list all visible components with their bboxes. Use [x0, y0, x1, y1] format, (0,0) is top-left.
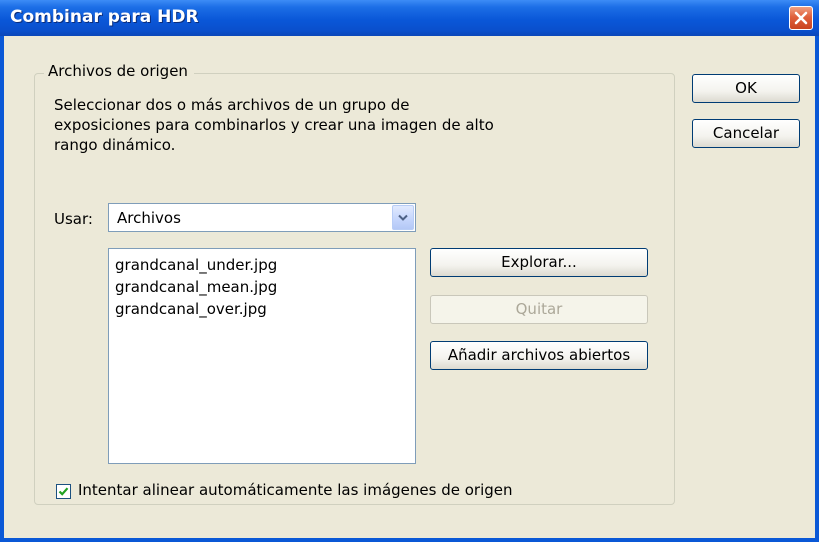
remove-button[interactable]: Quitar: [430, 295, 648, 324]
checkmark-icon: [58, 487, 69, 496]
description-text: Seleccionar dos o más archivos de un gru…: [54, 95, 574, 155]
source-files-list[interactable]: grandcanal_under.jpg grandcanal_mean.jpg…: [108, 248, 416, 464]
close-x-icon: [794, 11, 808, 25]
group-legend: Archivos de origen: [44, 62, 194, 80]
use-dropdown-value: Archivos: [117, 209, 181, 227]
dropdown-arrow-button[interactable]: [392, 205, 414, 230]
title-bar[interactable]: Combinar para HDR: [0, 0, 819, 36]
use-label: Usar:: [54, 210, 93, 228]
window-title: Combinar para HDR: [10, 7, 199, 27]
align-images-checkbox[interactable]: [56, 484, 71, 499]
ok-button[interactable]: OK: [692, 74, 800, 103]
description-line: rango dinámico.: [54, 136, 176, 154]
browse-button[interactable]: Explorar...: [430, 248, 648, 277]
align-images-label[interactable]: Intentar alinear automáticamente las imá…: [78, 481, 513, 499]
description-line: exposiciones para combinarlos y crear un…: [54, 116, 494, 134]
use-dropdown[interactable]: Archivos: [108, 203, 416, 232]
close-button[interactable]: [789, 6, 813, 30]
add-open-files-button[interactable]: Añadir archivos abiertos: [430, 341, 648, 370]
description-line: Seleccionar dos o más archivos de un gru…: [54, 96, 410, 114]
dialog-client-area: Archivos de origen Seleccionar dos o más…: [4, 36, 815, 538]
cancel-button[interactable]: Cancelar: [692, 119, 800, 148]
list-item[interactable]: grandcanal_over.jpg: [115, 300, 267, 318]
chevron-down-icon: [398, 214, 408, 221]
list-item[interactable]: grandcanal_under.jpg: [115, 256, 277, 274]
dialog-window: Combinar para HDR Archivos de origen Sel…: [0, 0, 819, 542]
list-item[interactable]: grandcanal_mean.jpg: [115, 278, 277, 296]
